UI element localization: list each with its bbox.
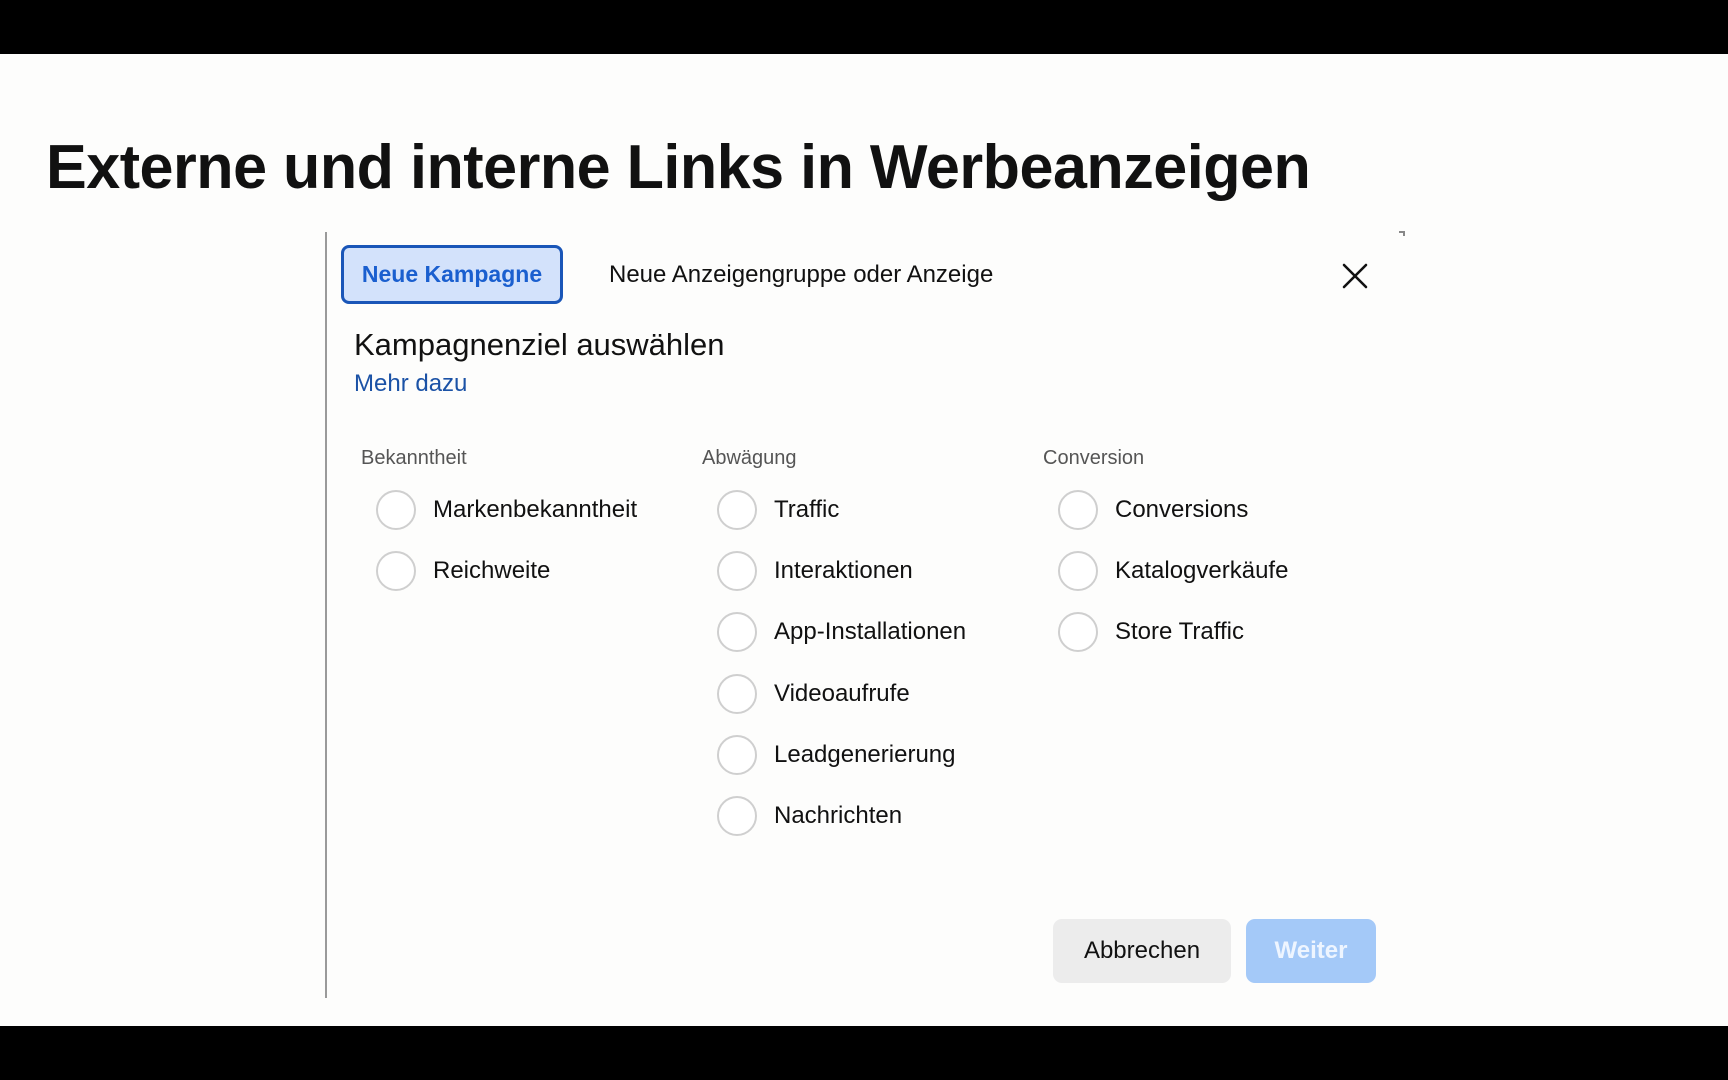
objective-category-label: Abwägung [702, 447, 797, 469]
radio-button[interactable] [717, 612, 757, 653]
column-label-1: Abwägung [702, 447, 797, 475]
objective-option[interactable]: Katalogverkäufe [1044, 546, 1288, 596]
learn-more-link[interactable]: Mehr dazu [354, 370, 467, 398]
column-label-0: Bekanntheit [361, 447, 467, 475]
radio-button[interactable] [1058, 612, 1098, 653]
column-label-2: Conversion [1043, 447, 1144, 475]
objective-option-label: Leadgenerierung [774, 740, 956, 768]
radio-button[interactable] [717, 551, 757, 592]
objective-category-label: Bekanntheit [361, 447, 467, 469]
objective-option[interactable]: Videoaufrufe [703, 669, 910, 719]
radio-button[interactable] [1058, 551, 1098, 592]
objective-option[interactable]: Conversions [1044, 485, 1248, 535]
objective-option[interactable]: Leadgenerierung [703, 730, 956, 780]
objective-option-label: App-Installationen [774, 618, 967, 646]
letterbox-bottom [0, 1026, 1728, 1080]
dialog-corner [1399, 231, 1405, 236]
radio-button[interactable] [1058, 490, 1098, 530]
tab-new-campaign-label: Neue Kampagne [361, 261, 543, 287]
objective-option[interactable]: App-Installationen [703, 607, 966, 657]
objective-option[interactable]: Markenbekanntheit [362, 485, 637, 535]
slide-title: Externe und interne Links in Werbeanzeig… [46, 133, 1311, 202]
objective-option[interactable]: Traffic [703, 485, 839, 535]
next-button-label: Weiter [1274, 937, 1348, 964]
radio-button[interactable] [376, 490, 416, 530]
objective-option-label: Traffic [774, 496, 840, 523]
objective-option-label: Markenbekanntheit [433, 496, 638, 523]
tab-new-campaign[interactable]: Neue Kampagne [341, 245, 563, 304]
cancel-button[interactable]: Abbrechen [1053, 919, 1231, 983]
objective-option[interactable]: Store Traffic [1044, 607, 1244, 657]
objective-option-label: Reichweite [433, 557, 551, 585]
objective-option-label: Katalogverkäufe [1115, 557, 1289, 585]
radio-button[interactable] [717, 734, 757, 775]
radio-button[interactable] [717, 673, 757, 714]
next-button[interactable]: Weiter [1246, 919, 1376, 983]
objective-option[interactable]: Nachrichten [703, 791, 902, 841]
dialog-heading: Kampagnenziel auswählen [354, 327, 725, 362]
objective-option-label: Store Traffic [1115, 618, 1244, 646]
objective-option-label: Conversions [1115, 496, 1249, 523]
objective-option-label: Videoaufrufe [774, 679, 910, 707]
cancel-button-label: Abbrechen [1083, 937, 1201, 964]
tab-new-adset-or-ad[interactable]: Neue Anzeigengruppe oder Anzeige [609, 261, 993, 289]
letterbox-top [0, 0, 1728, 54]
radio-button[interactable] [376, 551, 416, 592]
close-button[interactable] [1340, 261, 1370, 291]
radio-button[interactable] [717, 490, 757, 530]
radio-button[interactable] [717, 796, 757, 836]
objective-option-label: Nachrichten [774, 802, 903, 829]
close-icon [1342, 263, 1368, 289]
objective-option-label: Interaktionen [774, 557, 913, 585]
objective-category-label: Conversion [1043, 447, 1145, 469]
objective-option[interactable]: Reichweite [362, 546, 550, 596]
objective-option[interactable]: Interaktionen [703, 546, 913, 596]
